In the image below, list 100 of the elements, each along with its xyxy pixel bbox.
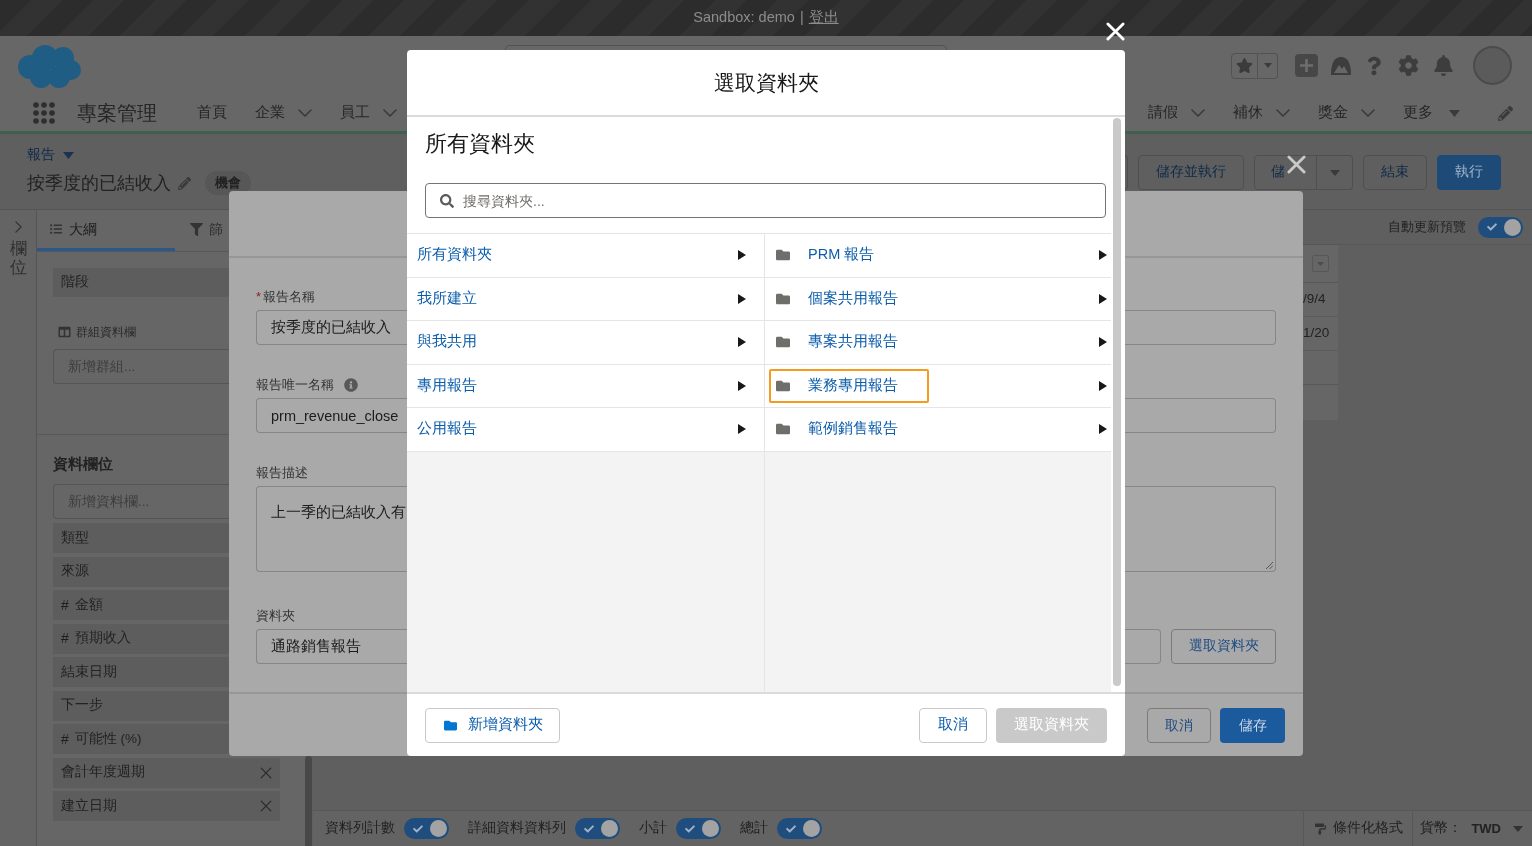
- nav-tab[interactable]: 首頁: [197, 102, 227, 124]
- nav-tab[interactable]: 獎金: [1318, 102, 1348, 124]
- toggle-switch[interactable]: [404, 818, 449, 839]
- folder-icon: [775, 248, 791, 263]
- caret-down-icon[interactable]: [1449, 109, 1460, 117]
- category-link[interactable]: 我所建立: [417, 287, 477, 310]
- caret-right-icon[interactable]: [1099, 424, 1107, 435]
- caret-right-icon[interactable]: [738, 380, 746, 391]
- folder-link[interactable]: 範例銷售報告: [769, 412, 929, 447]
- cancel-button[interactable]: 取消: [1147, 707, 1211, 743]
- field-item[interactable]: 會計年度週期: [53, 757, 280, 788]
- folder-link[interactable]: 業務專用報告: [769, 368, 929, 403]
- caret-right-icon[interactable]: [738, 250, 746, 261]
- cloud-logo[interactable]: [17, 42, 82, 89]
- text-area[interactable]: 上一季的已結收入有: [256, 486, 407, 572]
- caret-right-icon[interactable]: [1099, 250, 1107, 261]
- caret-right-icon[interactable]: [1099, 337, 1107, 348]
- nav-tab[interactable]: 更多: [1403, 102, 1433, 124]
- field-item[interactable]: 建立日期: [53, 791, 280, 821]
- text-input[interactable]: 通路銷售報告: [256, 629, 407, 664]
- logout-link[interactable]: 登出: [808, 7, 839, 29]
- settings-icon[interactable]: [1398, 55, 1419, 76]
- caret-right-icon[interactable]: [738, 424, 746, 435]
- text-input[interactable]: 按季度的已結收入: [256, 310, 407, 345]
- field-item[interactable]: 類型: [53, 523, 229, 553]
- field-item[interactable]: 結束日期: [53, 657, 229, 687]
- save-button[interactable]: 儲存: [1220, 707, 1285, 743]
- nav-tab[interactable]: 請假: [1148, 102, 1178, 124]
- nav-tab[interactable]: 員工: [340, 102, 370, 124]
- chevron-down-icon[interactable]: [298, 109, 312, 117]
- pencil-icon[interactable]: [1498, 105, 1513, 121]
- toggle-label: 資料列計數: [325, 819, 395, 838]
- folder-link[interactable]: 專案共用報告: [769, 325, 929, 360]
- breadcrumb-link[interactable]: 報告: [27, 144, 55, 166]
- panel-tab[interactable]: 大綱: [37, 210, 175, 251]
- bell-icon[interactable]: [1434, 55, 1453, 76]
- column-menu-button[interactable]: [1312, 255, 1329, 272]
- folder-link[interactable]: PRM 報告: [769, 238, 906, 273]
- toggle-label: 詳細資料資料列: [468, 819, 566, 838]
- new-folder-button[interactable]: 新增資料夾: [425, 707, 560, 743]
- text-input[interactable]: [1125, 398, 1276, 433]
- nav-tab[interactable]: 補休: [1233, 102, 1263, 124]
- category-link[interactable]: 與我共用: [417, 331, 477, 354]
- field-label: 金額: [74, 595, 103, 614]
- category-link[interactable]: 專用報告: [417, 374, 477, 397]
- mountain-icon[interactable]: [1330, 55, 1352, 76]
- text-input[interactable]: [1125, 310, 1276, 345]
- folder-icon: [775, 335, 791, 350]
- toolbar-button[interactable]: 結束: [1363, 155, 1427, 190]
- caret-right-icon[interactable]: [738, 337, 746, 348]
- toggle-switch[interactable]: [777, 818, 822, 839]
- field-label: 建立日期: [61, 796, 117, 815]
- remove-icon[interactable]: [260, 800, 272, 812]
- field-item[interactable]: 下一步: [53, 690, 229, 721]
- dialog-title: 選取資料夾: [713, 69, 819, 96]
- chevron-down-icon[interactable]: [383, 109, 397, 117]
- cancel-button[interactable]: 取消: [919, 707, 987, 743]
- category-link[interactable]: 公用報告: [417, 418, 477, 441]
- chevron-right-icon[interactable]: [14, 221, 22, 233]
- app-launcher-icon[interactable]: [33, 102, 55, 124]
- favorite-button[interactable]: [1231, 52, 1258, 79]
- caret-right-icon[interactable]: [1099, 380, 1107, 391]
- dropdown-button[interactable]: [1317, 155, 1353, 190]
- toggle-switch[interactable]: [1478, 216, 1523, 238]
- toolbar-button[interactable]: 執行: [1437, 155, 1501, 190]
- chevron-down-icon[interactable]: [1276, 109, 1290, 117]
- remove-icon[interactable]: [260, 766, 272, 779]
- chevron-down-icon[interactable]: [1361, 109, 1375, 117]
- pencil-icon[interactable]: [178, 176, 191, 190]
- currency-value[interactable]: TWD: [1471, 818, 1501, 839]
- caret-right-icon[interactable]: [738, 293, 746, 304]
- nav-tab[interactable]: 企業: [255, 102, 285, 124]
- paint-roller-icon[interactable]: [1315, 822, 1327, 835]
- help-icon[interactable]: [1367, 55, 1381, 76]
- caret-down-icon[interactable]: [1513, 825, 1523, 832]
- text-input[interactable]: prm_revenue_close: [256, 398, 407, 433]
- toolbar-button[interactable]: 儲: [1254, 155, 1317, 190]
- field-item[interactable]: 來源: [53, 556, 229, 587]
- plus-icon[interactable]: [1295, 54, 1318, 77]
- conditional-formatting-link[interactable]: 條件化格式: [1333, 818, 1404, 839]
- group-item[interactable]: 階段: [53, 268, 229, 297]
- resize-handle-icon[interactable]: [1266, 562, 1273, 569]
- category-link[interactable]: 所有資料夾: [417, 244, 492, 267]
- choose-folder-button[interactable]: 選取資料夾: [1171, 629, 1276, 664]
- info-icon[interactable]: [344, 378, 358, 392]
- type-symbol: #: [61, 729, 69, 749]
- avatar[interactable]: [1473, 46, 1512, 85]
- chevron-down-icon[interactable]: [1191, 109, 1205, 117]
- caret-down-icon: [1317, 261, 1324, 266]
- toggle-switch[interactable]: [676, 818, 721, 839]
- caret-down-icon[interactable]: [63, 151, 74, 159]
- search-field[interactable]: 搜尋資料夾...: [425, 183, 1106, 218]
- caret-right-icon[interactable]: [1099, 293, 1107, 304]
- folder-link[interactable]: 個案共用報告: [769, 281, 929, 316]
- toggle-switch[interactable]: [575, 818, 620, 839]
- toolbar-button[interactable]: 儲存並執行: [1138, 155, 1244, 190]
- columns-icon: [58, 326, 71, 338]
- field-item[interactable]: # 可能性 (%): [53, 724, 229, 754]
- favorites-menu-button[interactable]: [1258, 52, 1278, 79]
- field-item[interactable]: # 金額: [53, 590, 229, 620]
